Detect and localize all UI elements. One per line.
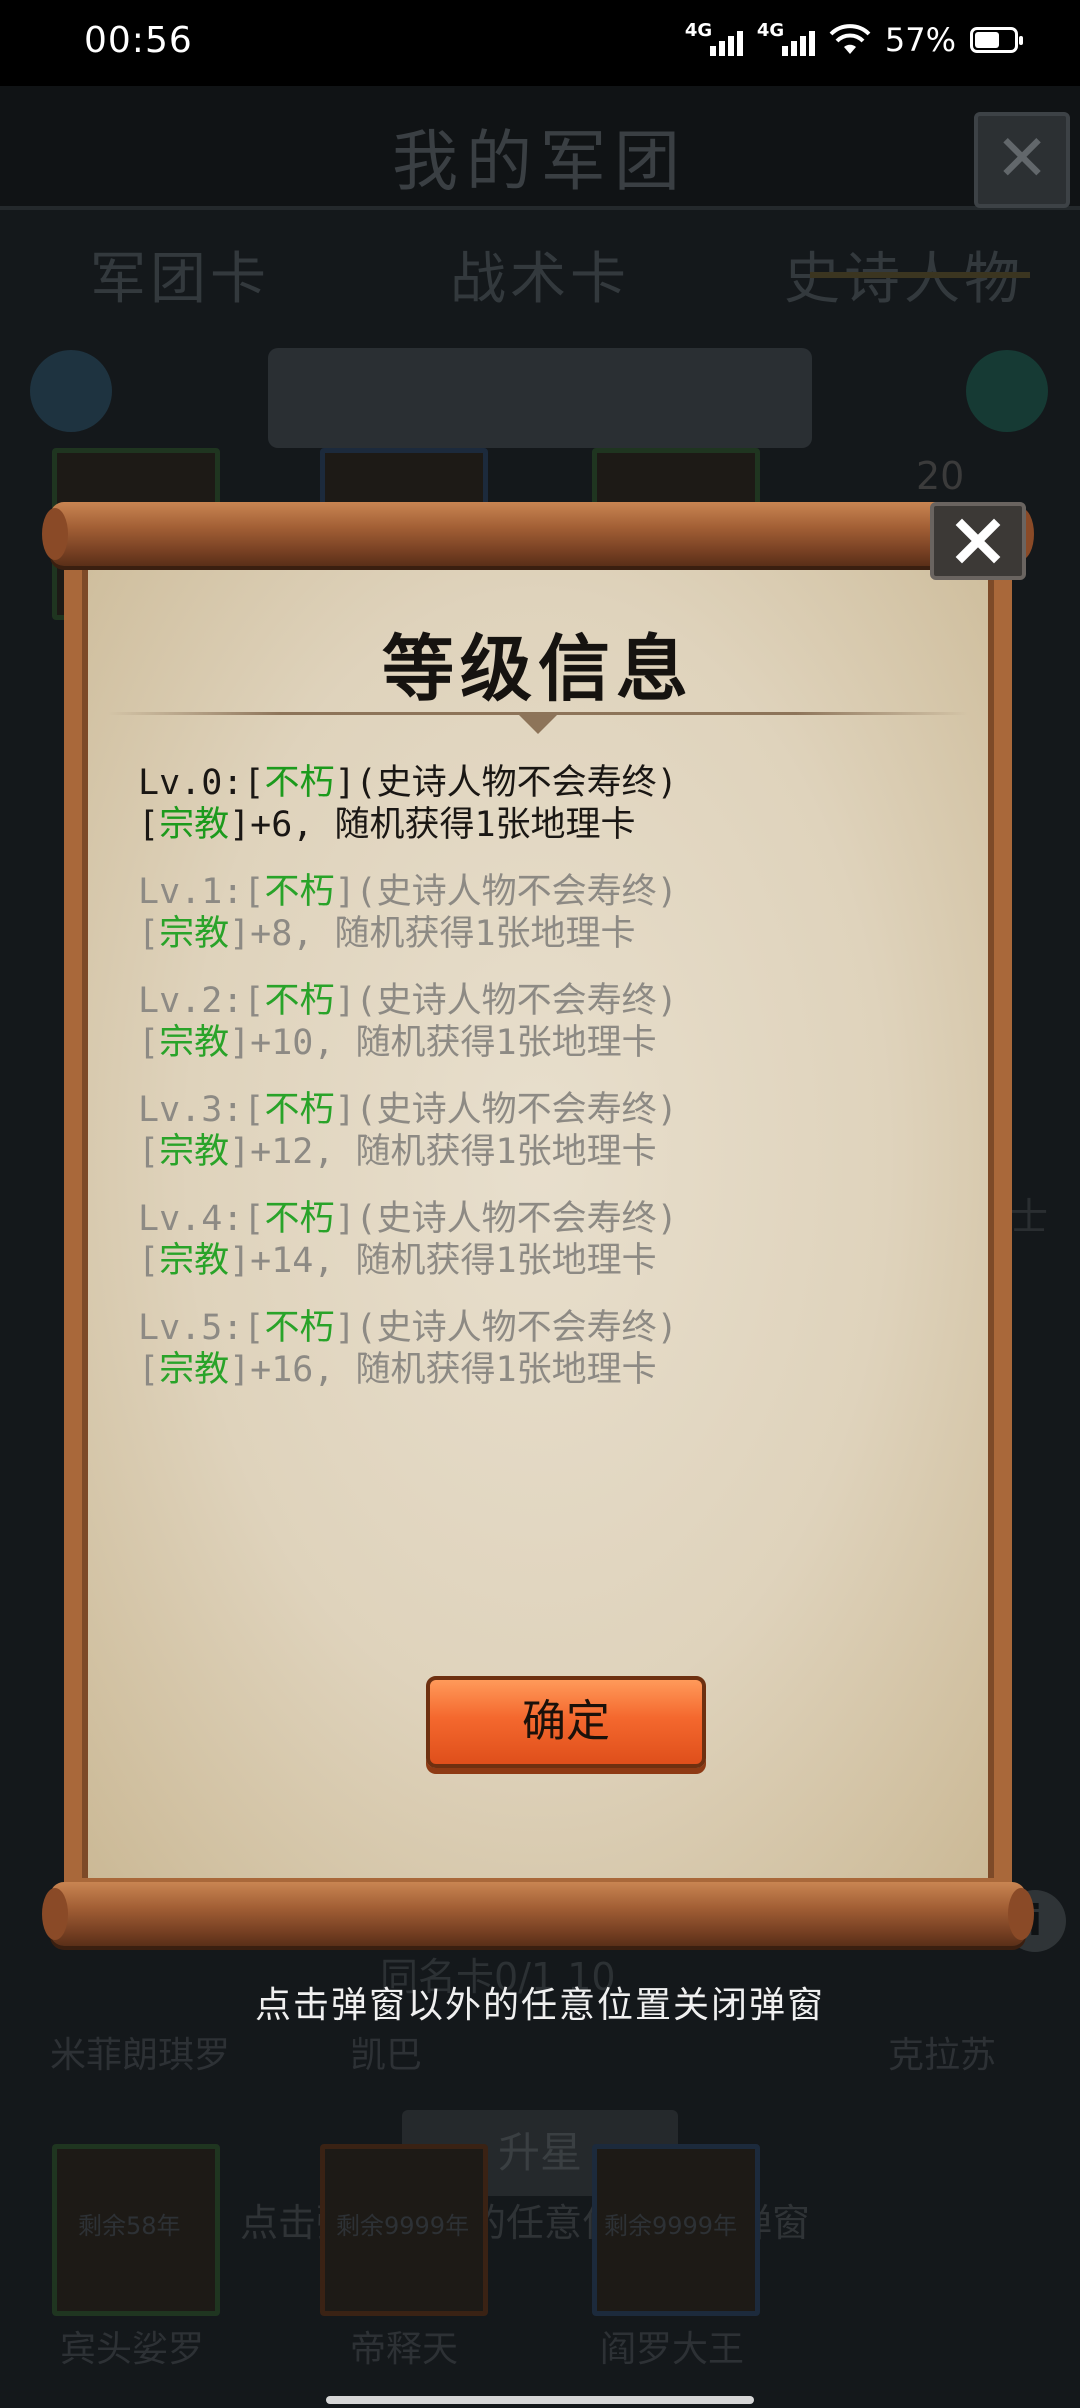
trait-label: 不朽 [264,981,335,1021]
bg-card-name: 帝释天 [350,2329,459,2370]
trait-label: 不朽 [264,763,335,803]
scroll-paper: 等级信息 Lv.0:[不朽](史诗人物不会寿终) [宗教]+6, 随机获得1张地… [82,564,994,1878]
bg-card-remaining: 剩余9999年 [336,2212,470,2240]
battery-icon [970,27,1023,53]
level-entry: Lv.5:[不朽](史诗人物不会寿终) [宗教]+16, 随机获得1张地理卡 [138,1308,678,1390]
confirm-button[interactable]: 确定 [426,1676,706,1768]
stat-label: 宗教 [159,1132,230,1172]
stat-label: 宗教 [159,1350,230,1390]
bg-filter-icon [966,350,1048,432]
scroll-rod-top [42,502,1034,566]
bg-search [268,348,812,448]
home-indicator[interactable] [326,2396,754,2404]
bg-tab-tactic: 战术卡 [450,247,630,312]
bg-name: 克拉苏 [888,2035,997,2076]
trait-label: 不朽 [264,872,335,912]
bg-tab-underline [810,272,1030,278]
level-entry: Lv.4:[不朽](史诗人物不会寿终) [宗教]+14, 随机获得1张地理卡 [138,1199,678,1281]
scroll-rod-bottom [42,1882,1034,1946]
stat-label: 宗教 [159,1023,230,1063]
bg-list-icon [30,350,112,432]
bg-card-remaining: 剩余58年 [78,2212,181,2240]
bg-tabs: 军团卡 战术卡 史诗人物 [0,212,1080,322]
level-list: Lv.0:[不朽](史诗人物不会寿终) [宗教]+6, 随机获得1张地理卡 Lv… [138,762,968,1416]
wifi-icon [829,24,871,54]
cell-signal-icon-2: 4G [757,20,815,60]
bg-name: 米菲朗琪罗 [50,2035,231,2076]
bg-card-remaining: 剩余9999年 [604,2212,738,2240]
stat-label: 宗教 [159,805,230,845]
bg-card-name: 宾头娑罗 [60,2329,205,2370]
trait-label: 不朽 [264,1199,335,1239]
bg-title: 我的军团 [392,123,688,200]
cell-signal-icon: 4G [685,20,743,60]
level-entry: Lv.1:[不朽](史诗人物不会寿终) [宗教]+8, 随机获得1张地理卡 [138,872,678,954]
level-entry: Lv.3:[不朽](史诗人物不会寿终) [宗教]+12, 随机获得1张地理卡 [138,1090,678,1172]
status-icons: 4G 4G 57% [685,20,1023,60]
bg-count: 20 [916,454,965,498]
bg-header: 我的军团 ✕ [0,86,1080,210]
stat-label: 宗教 [159,914,230,954]
level-entry: Lv.0:[不朽](史诗人物不会寿终) [宗教]+6, 随机获得1张地理卡 [138,763,678,845]
modal-title: 等级信息 [381,626,694,711]
dismiss-hint: 点击弹窗以外的任意位置关闭弹窗 [254,1985,825,2026]
close-icon[interactable] [930,502,1026,580]
status-bar: 00:56 4G 4G 57% [0,0,1080,86]
status-time: 00:56 [84,20,193,61]
bg-close-icon: ✕ [974,112,1070,208]
bg-tab-legion: 军团卡 [90,247,270,312]
bg-name: 凯巴 [350,2035,423,2076]
title-divider [108,710,968,734]
bg-card-name: 阎罗大王 [600,2329,745,2370]
trait-label: 不朽 [264,1308,335,1348]
battery-percent: 57% [884,21,956,59]
level-info-modal[interactable]: 等级信息 Lv.0:[不朽](史诗人物不会寿终) [宗教]+6, 随机获得1张地… [42,502,1034,1946]
level-entry: Lv.2:[不朽](史诗人物不会寿终) [宗教]+10, 随机获得1张地理卡 [138,981,678,1063]
scroll-paper-frame: 等级信息 Lv.0:[不朽](史诗人物不会寿终) [宗教]+6, 随机获得1张地… [64,546,1012,1896]
trait-label: 不朽 [264,1090,335,1130]
stat-label: 宗教 [159,1241,230,1281]
